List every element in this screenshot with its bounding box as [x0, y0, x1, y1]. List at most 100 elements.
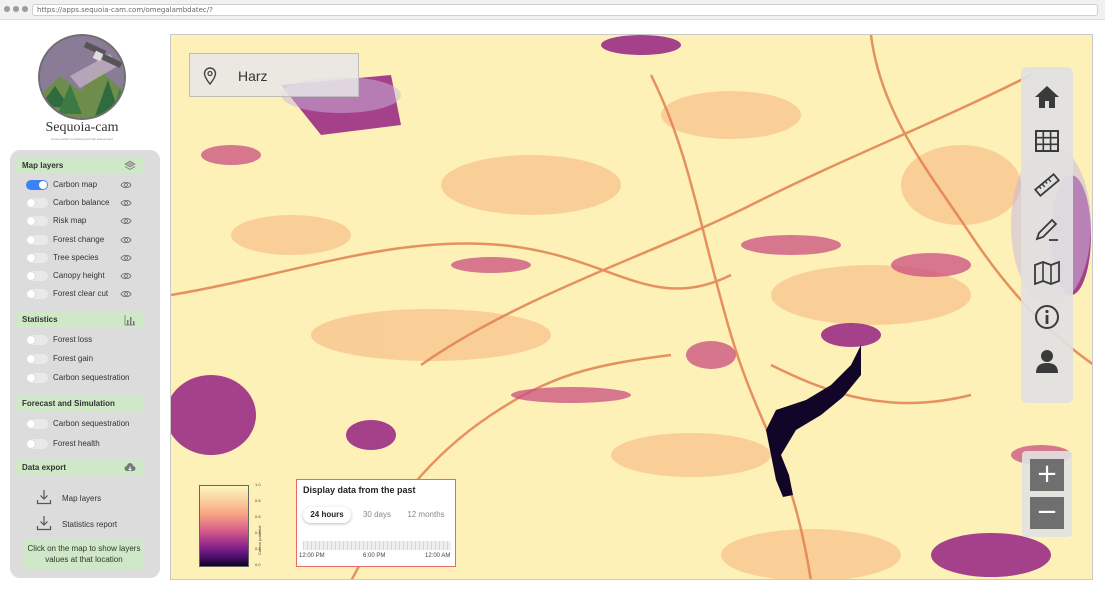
row-label: Tree species [53, 252, 99, 262]
layer-canopy-height[interactable]: Canopy height [26, 269, 138, 283]
eye-icon[interactable] [120, 289, 132, 299]
map-toolbar [1021, 67, 1073, 403]
eye-icon[interactable] [120, 253, 132, 263]
toggle-switch[interactable] [26, 198, 48, 209]
layer-carbon-balance[interactable]: Carbon balance [26, 196, 138, 210]
logo-emblem [38, 34, 126, 120]
section-title: Map layers [22, 161, 64, 170]
time-panel-title: Display data from the past [303, 485, 416, 495]
logo: Sequoia-cam Forest carbon monitoring and… [36, 34, 128, 141]
stat-forest-gain[interactable]: Forest gain [26, 352, 138, 366]
section-statistics[interactable]: Statistics [16, 312, 144, 328]
toggle-knob [27, 440, 35, 448]
eye-icon[interactable] [120, 216, 132, 226]
download-icon [36, 516, 52, 531]
stat-carbon-sequestration[interactable]: Carbon sequestration [26, 371, 138, 385]
cloud-download-icon [124, 463, 136, 471]
bar-chart-icon [124, 315, 135, 326]
export-statistics-report[interactable]: Statistics report [36, 515, 146, 533]
toggle-switch[interactable] [26, 252, 48, 263]
layer-forest-change[interactable]: Forest change [26, 233, 138, 247]
stat-forest-loss[interactable]: Forest loss [26, 333, 138, 347]
location-search[interactable]: Harz [189, 53, 359, 97]
tab-12-months[interactable]: 12 months [401, 507, 451, 523]
eye-icon[interactable] [120, 271, 132, 281]
row-label: Carbon balance [53, 198, 110, 208]
ruler-icon[interactable] [1033, 171, 1061, 199]
tab-30-days[interactable]: 30 days [355, 507, 399, 523]
user-icon[interactable] [1033, 347, 1061, 375]
toggle-switch[interactable] [26, 216, 48, 227]
row-label: Carbon sequestration [53, 373, 130, 382]
minimize-window-dot[interactable] [13, 6, 19, 12]
toggle-switch[interactable] [26, 419, 48, 429]
zoom-in-button[interactable]: + [1030, 459, 1064, 491]
zoom-out-button[interactable]: − [1030, 497, 1064, 529]
toggle-knob [27, 374, 35, 382]
toggle-switch[interactable] [26, 234, 48, 245]
tab-24-hours[interactable]: 24 hours [303, 507, 351, 523]
map-canvas[interactable]: Harz + − 1.0 0.8 0.6 0.4 0.2 0.0 Carbon … [170, 34, 1093, 580]
section-data-export[interactable]: Data export [16, 460, 144, 476]
home-icon[interactable] [1033, 83, 1061, 111]
toggle-knob [27, 336, 35, 344]
maximize-window-dot[interactable] [22, 6, 28, 12]
row-label: Forest loss [53, 335, 93, 344]
toggle-knob [27, 290, 35, 299]
toggle-knob [27, 235, 35, 244]
toggle-switch[interactable] [26, 373, 48, 383]
row-label: Forest change [53, 234, 105, 244]
map-click-hint: Click on the map to show layers values a… [24, 539, 144, 569]
brand-name: Sequoia-cam [45, 120, 119, 135]
section-forecast[interactable]: Forecast and Simulation [16, 396, 144, 412]
eye-icon[interactable] [120, 235, 132, 245]
toggle-knob [27, 217, 35, 226]
toggle-knob [27, 199, 35, 208]
layer-carbon-map[interactable]: Carbon map [26, 178, 138, 192]
toggle-switch[interactable] [26, 354, 48, 364]
legend-tick: 0.6 [255, 514, 261, 519]
forecast-carbon-sequestration[interactable]: Carbon sequestration [26, 417, 138, 431]
time-range-panel: Display data from the past 24 hours 30 d… [296, 479, 456, 567]
layer-forest-clear-cut[interactable]: Forest clear cut [26, 287, 138, 301]
pencil-icon[interactable] [1033, 215, 1061, 243]
toggle-knob [27, 355, 35, 363]
export-label: Statistics report [62, 520, 118, 529]
forecast-forest-health[interactable]: Forest health [26, 437, 138, 451]
legend-tick: 1.0 [255, 482, 261, 487]
info-icon[interactable] [1033, 303, 1061, 331]
location-name: Harz [238, 68, 268, 84]
section-map-layers[interactable]: Map layers [16, 158, 144, 174]
layer-tree-species[interactable]: Tree species [26, 251, 138, 265]
row-label: Carbon map [53, 180, 98, 189]
grid-icon[interactable] [1033, 127, 1061, 155]
color-legend: 1.0 0.8 0.6 0.4 0.2 0.0 Carbon potential [199, 482, 262, 569]
toggle-switch[interactable] [26, 289, 48, 300]
close-window-dot[interactable] [4, 6, 10, 12]
eye-icon[interactable] [120, 180, 132, 190]
zoom-controls: + − [1022, 451, 1072, 537]
toggle-switch[interactable] [26, 271, 48, 281]
row-label: Forest gain [53, 354, 94, 363]
time-slider[interactable] [303, 541, 451, 550]
legend-caption: Carbon potential [257, 525, 262, 555]
export-label: Map layers [62, 494, 102, 503]
map-icon[interactable] [1033, 259, 1061, 287]
window-controls [4, 6, 28, 12]
legend-tick: 0.0 [255, 562, 261, 567]
time-label: 12:00 PM [299, 553, 325, 559]
export-map-layers[interactable]: Map layers [36, 489, 146, 507]
location-pin-icon [203, 67, 217, 85]
time-label: 12:00 AM [425, 553, 451, 559]
address-bar[interactable]: https://apps.sequoia-cam.com/omegalambda… [32, 4, 1098, 16]
layer-risk-map[interactable]: Risk map [26, 214, 138, 228]
row-label: Canopy height [53, 271, 105, 280]
toggle-switch[interactable] [26, 180, 48, 190]
row-label: Carbon sequestration [53, 419, 130, 428]
section-title: Forecast and Simulation [22, 399, 115, 408]
eye-icon[interactable] [120, 198, 132, 208]
legend-gradient [199, 485, 249, 567]
toggle-switch[interactable] [26, 439, 48, 449]
toggle-switch[interactable] [26, 335, 48, 345]
browser-bar: https://apps.sequoia-cam.com/omegalambda… [0, 0, 1105, 20]
